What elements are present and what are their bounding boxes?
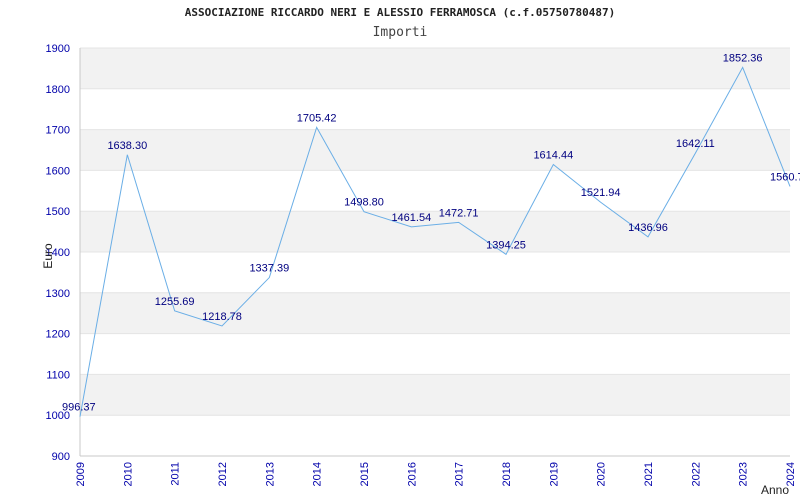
data-label: 1337.39 <box>249 263 289 275</box>
x-tick-label: 2023 <box>738 462 750 486</box>
y-tick-label: 1700 <box>46 125 70 137</box>
data-label: 996.37 <box>62 402 96 414</box>
x-tick-label: 2009 <box>75 462 87 486</box>
y-tick-label: 1500 <box>46 206 70 218</box>
data-label: 1436.96 <box>628 222 668 234</box>
x-tick-label: 2014 <box>312 462 324 486</box>
data-label: 1560.7 <box>770 171 800 183</box>
line-chart: 9001000110012001300140015001600170018001… <box>41 43 800 497</box>
y-axis-label: Euro <box>41 243 55 269</box>
x-tick-label: 2019 <box>548 462 560 486</box>
y-tick-label: 1100 <box>46 369 70 381</box>
background-bands <box>80 48 790 416</box>
data-label: 1498.80 <box>344 197 384 209</box>
data-label: 1472.71 <box>439 207 479 219</box>
data-label: 1218.78 <box>202 311 242 323</box>
x-tick-label: 2010 <box>122 462 134 486</box>
x-tick-label: 2015 <box>359 462 371 486</box>
data-label: 1614.44 <box>533 150 573 162</box>
x-tick-labels: 2009 2010 2011 2012 2013 2014 2015 2016 2017 2018… <box>75 462 797 486</box>
y-tick-label: 1900 <box>46 43 70 55</box>
chart-container: ASSOCIAZIONE RICCARDO NERI E ALESSIO FER… <box>0 0 800 500</box>
x-tick-label: 2011 <box>170 462 182 486</box>
x-tick-label: 2012 <box>217 462 229 486</box>
x-tick-label: 2022 <box>690 462 702 486</box>
x-tick-label: 2017 <box>454 462 466 486</box>
data-label: 1852.36 <box>723 52 763 64</box>
data-label: 1255.69 <box>155 296 195 308</box>
data-label: 1394.25 <box>486 239 526 251</box>
x-tick-label: 2013 <box>264 462 276 486</box>
x-tick-label: 2018 <box>501 462 513 486</box>
grid-band <box>80 374 790 416</box>
data-label: 1521.94 <box>581 187 621 199</box>
data-label: 1638.30 <box>107 140 147 152</box>
y-tick-label: 1300 <box>46 288 70 300</box>
data-label: 1642.11 <box>676 138 715 150</box>
y-tick-label: 1600 <box>46 165 70 177</box>
y-tick-label: 900 <box>52 451 70 463</box>
x-tick-label: 2020 <box>596 462 608 486</box>
data-label: 1705.42 <box>297 112 337 124</box>
x-axis-label: Anno <box>761 483 789 497</box>
y-tick-label: 1800 <box>46 84 70 96</box>
x-tick-label: 2021 <box>643 462 655 486</box>
data-label: 1461.54 <box>391 212 431 224</box>
y-tick-label: 1200 <box>46 329 70 341</box>
grid-band <box>80 211 790 252</box>
x-tick-label: 2016 <box>406 462 418 486</box>
grid-band <box>80 48 790 89</box>
